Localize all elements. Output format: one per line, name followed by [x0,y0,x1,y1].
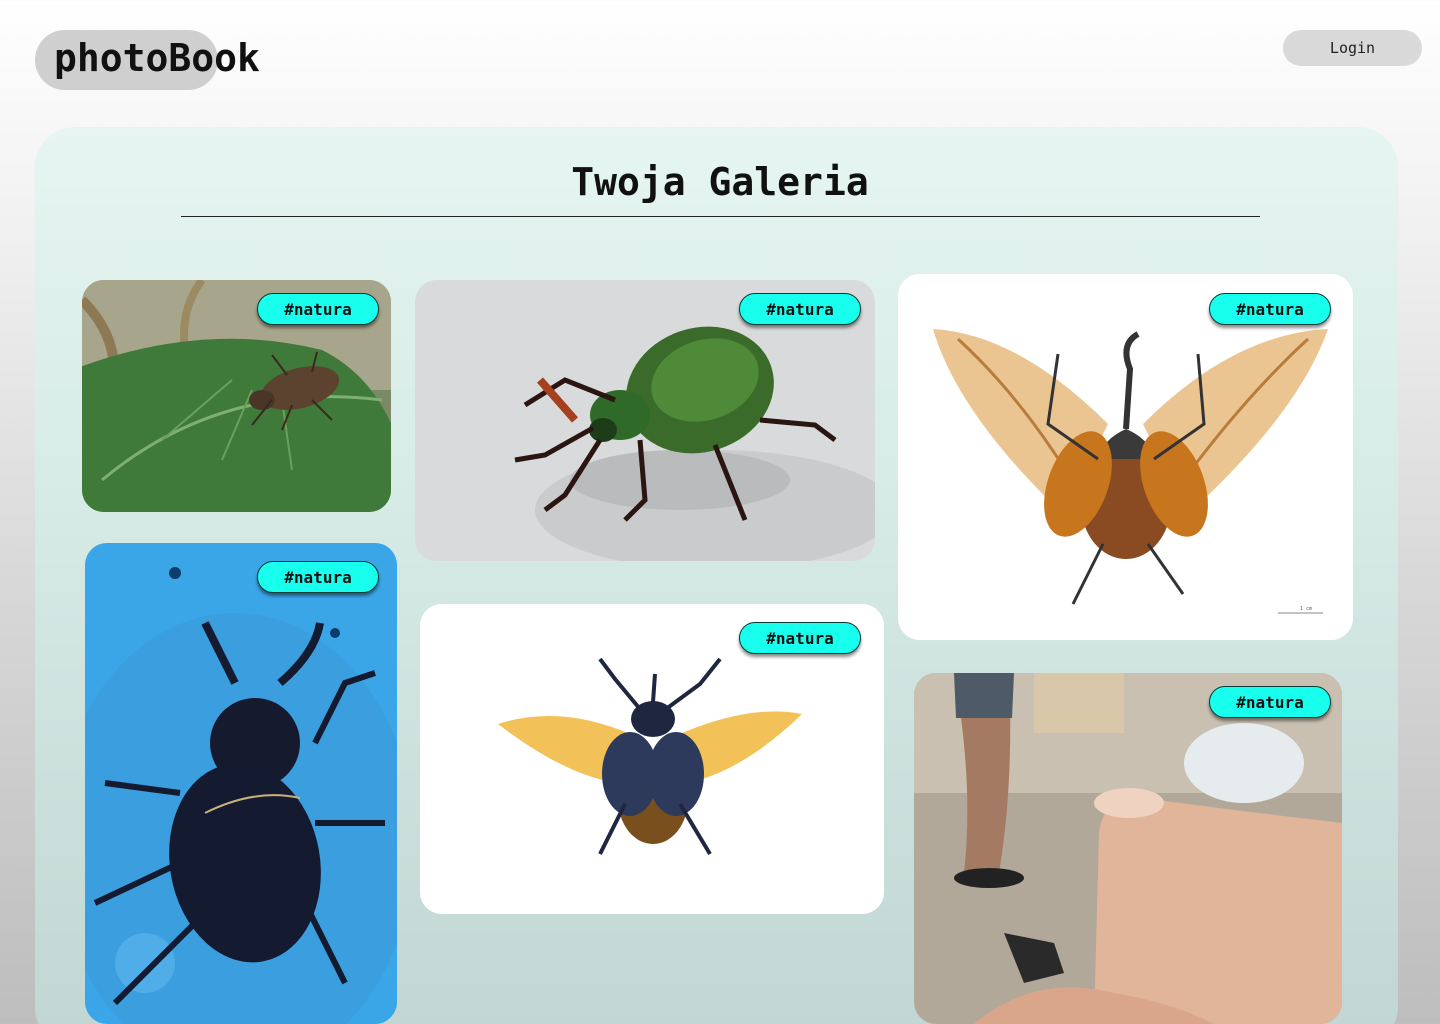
logo[interactable]: photoBook [35,30,260,90]
login-button[interactable]: Login [1283,30,1422,66]
photo-card[interactable]: #natura [82,280,391,512]
title-divider [181,216,1260,217]
photo-card[interactable]: #natura [420,604,884,914]
photo-card[interactable]: 1 cm #natura [898,274,1353,640]
tag-badge[interactable]: #natura [739,293,861,325]
tag-badge[interactable]: #natura [257,561,379,593]
tag-badge[interactable]: #natura [1209,293,1331,325]
tag-badge[interactable]: #natura [257,293,379,325]
tag-badge[interactable]: #natura [739,622,861,654]
photo-card[interactable]: #natura [415,280,875,561]
photo-stag-beetle [85,543,397,1024]
photo-finger [914,673,1342,1024]
gallery-title: Twoja Galeria [571,160,869,204]
photo-card[interactable]: #natura [914,673,1342,1024]
tag-badge[interactable]: #natura [1209,686,1331,718]
photo-card[interactable]: #natura [85,543,397,1024]
photo-rhino-beetle: 1 cm [898,274,1353,640]
logo-text: photoBook [54,36,260,80]
svg-text:1 cm: 1 cm [1300,606,1312,612]
